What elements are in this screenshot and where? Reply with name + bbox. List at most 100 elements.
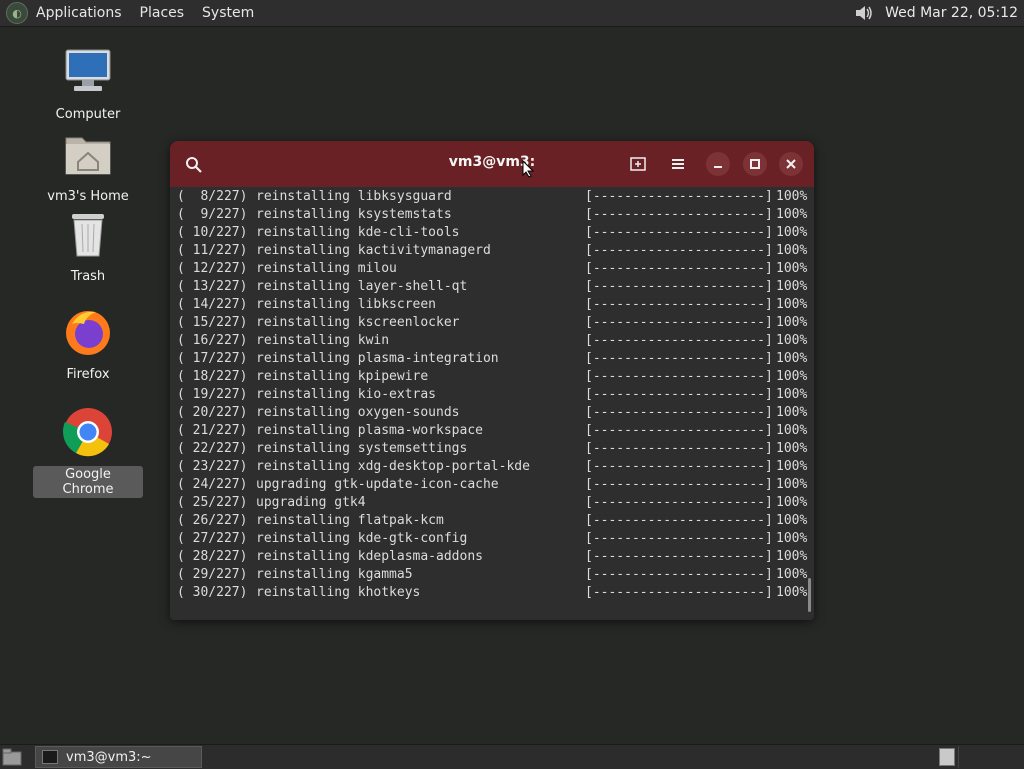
line-index: ( 11/227) (177, 243, 248, 258)
top-panel: ◐ Applications Places System Wed Mar 22,… (0, 0, 1024, 27)
line-index: ( 29/227) (177, 567, 248, 582)
scrollbar[interactable] (808, 578, 811, 612)
line-action: reinstalling kgamma5 (256, 567, 413, 582)
show-desktop-icon[interactable] (2, 748, 22, 766)
desktop-icon-firefox[interactable]: Firefox (33, 306, 143, 383)
new-tab-icon[interactable] (628, 154, 648, 174)
line-percent: 100% (776, 423, 808, 438)
desktop-icon-google-chrome[interactable]: Google Chrome (33, 406, 143, 498)
line-index: ( 16/227) (177, 333, 248, 348)
firefox-icon (66, 311, 110, 355)
terminal-line: ( 29/227) reinstalling kgamma5 [----------… (177, 566, 808, 584)
line-percent: 100% (776, 207, 808, 222)
line-progress-bar: [----------------------] (585, 513, 773, 528)
chrome-icon (62, 408, 112, 457)
terminal-line: ( 23/227) reinstalling xdg-desktop-portal… (177, 458, 808, 476)
line-progress-bar: [----------------------] (585, 459, 773, 474)
terminal-line: ( 10/227) reinstalling kde-cli-tools [----… (177, 224, 808, 242)
line-percent: 100% (776, 405, 808, 420)
clock[interactable]: Wed Mar 22, 05:12 (885, 5, 1018, 21)
mouse-cursor-icon (522, 160, 534, 178)
workspace-switcher-1[interactable] (939, 748, 955, 766)
menu-places[interactable]: Places (140, 5, 185, 21)
close-button[interactable] (779, 152, 803, 176)
line-action: reinstalling kde-cli-tools (256, 225, 460, 240)
line-progress-bar: [----------------------] (585, 225, 773, 240)
line-progress-bar: [----------------------] (585, 549, 773, 564)
computer-monitor-icon (65, 49, 111, 91)
desktop-icon-computer[interactable]: Computer (33, 46, 143, 123)
line-action: reinstalling libksysguard (256, 189, 452, 204)
line-index: ( 22/227) (177, 441, 248, 456)
minimize-button[interactable] (706, 152, 730, 176)
terminal-line: ( 17/227) reinstalling plasma-integration… (177, 350, 808, 368)
line-action: reinstalling xdg-desktop-portal-kde (256, 459, 530, 474)
terminal-line: ( 8/227) reinstalling libksysguard [------… (177, 188, 808, 206)
line-action: reinstalling kdeplasma-addons (256, 549, 483, 564)
line-percent: 100% (776, 477, 808, 492)
line-index: ( 23/227) (177, 459, 248, 474)
terminal-line: ( 19/227) reinstalling kio-extras [-------… (177, 386, 808, 404)
line-progress-bar: [----------------------] (585, 441, 773, 456)
line-progress-bar: [----------------------] (585, 387, 773, 402)
speaker-volume-icon[interactable] (853, 3, 875, 23)
taskbar-item-terminal[interactable]: vm3@vm3:~ (35, 746, 202, 768)
line-progress-bar: [----------------------] (585, 369, 773, 384)
desktop-icon-home[interactable]: vm3's Home (33, 128, 143, 205)
line-action: reinstalling plasma-integration (256, 351, 499, 366)
line-progress-bar: [----------------------] (585, 351, 773, 366)
maximize-icon (750, 159, 760, 169)
terminal-line: ( 16/227) reinstalling kwin [-------------… (177, 332, 808, 350)
line-index: ( 13/227) (177, 279, 248, 294)
line-action: reinstalling flatpak-kcm (256, 513, 444, 528)
line-percent: 100% (776, 441, 808, 456)
terminal-headerbar[interactable]: vm3@vm3: (170, 141, 814, 187)
line-progress-bar: [----------------------] (585, 423, 773, 438)
terminal-line: ( 12/227) reinstalling milou [------------… (177, 260, 808, 278)
menu-applications[interactable]: Applications (36, 5, 122, 21)
line-action: reinstalling libkscreen (256, 297, 437, 312)
line-progress-bar: [----------------------] (585, 207, 773, 222)
hamburger-menu-icon[interactable] (668, 154, 688, 174)
terminal-line: ( 22/227) reinstalling systemsettings [---… (177, 440, 808, 458)
terminal-line: ( 24/227) upgrading gtk-update-icon-cache… (177, 476, 808, 494)
line-progress-bar: [----------------------] (585, 279, 773, 294)
terminal-line: ( 30/227) reinstalling khotkeys [---------… (177, 584, 808, 602)
terminal-line: ( 18/227) reinstalling kpipewire [--------… (177, 368, 808, 386)
line-action: reinstalling systemsettings (256, 441, 468, 456)
line-action: reinstalling kio-extras (256, 387, 437, 402)
distro-logo-icon[interactable]: ◐ (6, 2, 28, 24)
desktop-icon-label: vm3's Home (47, 189, 129, 204)
line-progress-bar: [----------------------] (585, 585, 773, 600)
line-action: upgrading gtk-update-icon-cache (256, 477, 499, 492)
line-progress-bar: [----------------------] (585, 297, 773, 312)
line-percent: 100% (776, 297, 808, 312)
line-percent: 100% (776, 243, 808, 258)
line-percent: 100% (776, 315, 808, 330)
line-action: reinstalling plasma-workspace (256, 423, 483, 438)
line-percent: 100% (776, 459, 808, 474)
desktop-icon-trash[interactable]: Trash (33, 208, 143, 285)
bottom-panel: vm3@vm3:~ (0, 744, 1024, 769)
line-percent: 100% (776, 333, 808, 348)
workspace-switcher-2[interactable] (958, 746, 1019, 768)
line-percent: 100% (776, 585, 808, 600)
terminal-icon (42, 750, 58, 764)
terminal-line: ( 21/227) reinstalling plasma-workspace [-… (177, 422, 808, 440)
menu-system[interactable]: System (202, 5, 254, 21)
line-progress-bar: [----------------------] (585, 243, 773, 258)
line-progress-bar: [----------------------] (585, 189, 773, 204)
line-action: reinstalling kwin (256, 333, 390, 348)
line-percent: 100% (776, 549, 808, 564)
maximize-button[interactable] (743, 152, 767, 176)
line-action: reinstalling ksystemstats (256, 207, 452, 222)
terminal-output[interactable]: ( 8/227) reinstalling libksysguard [------… (177, 188, 808, 612)
line-index: ( 12/227) (177, 261, 248, 276)
line-percent: 100% (776, 261, 808, 276)
line-index: ( 21/227) (177, 423, 248, 438)
line-percent: 100% (776, 189, 808, 204)
terminal-line: ( 9/227) reinstalling ksystemstats [------… (177, 206, 808, 224)
line-action: reinstalling kde-gtk-config (256, 531, 468, 546)
terminal-window[interactable]: vm3@vm3: ( 8/227) reinstalling libksysgua… (170, 141, 814, 620)
terminal-line: ( 28/227) reinstalling kdeplasma-addons [-… (177, 548, 808, 566)
